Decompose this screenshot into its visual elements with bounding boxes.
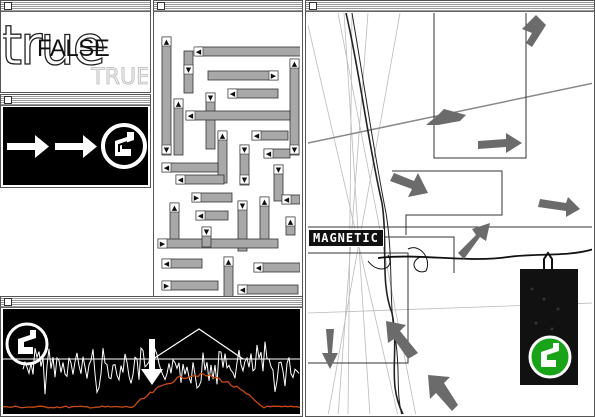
magnetic-label: MAGNETIC: [308, 229, 384, 247]
signal-window: [0, 296, 303, 417]
svg-text:▲: ▲: [176, 100, 182, 108]
svg-text:◀: ◀: [178, 176, 184, 184]
svg-text:▼: ▼: [164, 146, 170, 154]
svg-text:▶: ▶: [160, 240, 166, 248]
svg-text:▼: ▼: [276, 166, 282, 174]
arrows-canvas: [3, 107, 148, 185]
svg-text:▲: ▲: [164, 38, 170, 46]
close-box-icon[interactable]: [157, 2, 165, 10]
right-arrow-icon: [55, 135, 97, 158]
arrow-icon: [428, 375, 458, 411]
true-false-canvas: true TRUE FALSE: [3, 13, 148, 90]
false-value-label: FALSE: [37, 35, 110, 62]
svg-text:▶: ▶: [164, 282, 170, 290]
svg-text:◀: ◀: [240, 286, 246, 294]
svg-text:◀: ◀: [256, 264, 262, 272]
svg-text:▼: ▼: [208, 94, 214, 102]
svg-text:◀: ◀: [254, 132, 260, 140]
close-box-icon[interactable]: [4, 2, 12, 10]
arrow-icon: [478, 133, 522, 153]
arrow-icon: [538, 197, 580, 217]
svg-text:◀: ◀: [164, 260, 170, 268]
svg-text:▼: ▼: [292, 146, 298, 154]
spiral-logo-icon: [5, 322, 49, 366]
svg-text:◀: ◀: [266, 150, 272, 158]
magnetic-window: MAGNETIC: [305, 0, 595, 417]
signal-graphic: [3, 309, 300, 414]
spiral-logo-icon: [528, 335, 572, 379]
svg-text:▶: ▶: [194, 194, 200, 202]
arrow-icon: [458, 223, 490, 259]
svg-text:◀: ◀: [230, 90, 236, 98]
svg-text:◀: ◀: [198, 212, 204, 220]
title-bar[interactable]: [1, 95, 150, 106]
svg-text:▲: ▲: [292, 60, 298, 68]
title-bar[interactable]: [154, 1, 302, 12]
maze-canvas: ▲ ◀ ▼ ▲ ▼ ◀ ▲ ◀ ◀ ▲ ▼ ◀ ◀ ◀ ▼ ▶ ▲ ▼ ▲ ◀ ◀ ▶ ◀ ▲ ◀ ▶ ◀ ▼ ▲ ▶ …: [156, 13, 300, 305]
svg-text:▼: ▼: [240, 202, 246, 210]
svg-text:◀: ◀: [196, 48, 202, 56]
svg-text:◀: ◀: [284, 196, 290, 204]
arrow-icon: [390, 173, 428, 197]
true-false-window: true TRUE FALSE: [0, 0, 151, 93]
svg-text:▼: ▼: [242, 146, 248, 154]
svg-text:▲: ▲: [172, 204, 178, 212]
right-arrow-icon: [7, 135, 49, 158]
close-box-icon[interactable]: [4, 96, 12, 104]
title-bar[interactable]: [1, 1, 150, 12]
arrows-window: [0, 94, 151, 188]
title-bar[interactable]: [1, 297, 302, 308]
svg-text:▼: ▼: [204, 228, 210, 236]
close-box-icon[interactable]: [4, 298, 12, 306]
close-box-icon[interactable]: [309, 2, 317, 10]
svg-text:▲: ▲: [220, 132, 226, 140]
svg-text:▼: ▼: [186, 66, 192, 74]
title-bar[interactable]: [306, 1, 594, 12]
svg-text:◀: ◀: [164, 164, 170, 172]
arrow-icon: [386, 321, 418, 359]
true-faint-text: TRUE: [91, 65, 148, 90]
svg-text:▲: ▲: [288, 218, 294, 226]
svg-text:▶: ▶: [271, 72, 277, 80]
magnetic-canvas: MAGNETIC: [308, 13, 592, 414]
signal-canvas: [3, 309, 300, 414]
svg-text:▼: ▼: [242, 176, 248, 184]
svg-text:◀: ◀: [188, 112, 194, 120]
spiral-logo-icon: [101, 123, 147, 169]
maze-graphic: ▲◀▼ ▲▼ ◀ ▲◀◀ ▲▼◀ ◀◀▼ ▶▲ ▼ ▲ ◀◀ ▶◀ ▲ ◀▶ ◀ ▼▲▶ …: [157, 36, 300, 302]
maze-window: ▲ ◀ ▼ ▲ ▼ ◀ ▲ ◀ ◀ ▲ ▼ ◀ ◀ ◀ ▼ ▶ ▲ ▼ ▲ ◀ ◀ ▶ ◀ ▲ ◀ ▶ ◀ ▼ ▲ ▶ …: [153, 0, 303, 308]
arrows-graphic: [7, 123, 147, 169]
green-device: [520, 251, 578, 385]
svg-text:▲: ▲: [262, 198, 268, 206]
svg-text:▲: ▲: [226, 258, 232, 266]
magnetic-graphic: [308, 13, 592, 414]
